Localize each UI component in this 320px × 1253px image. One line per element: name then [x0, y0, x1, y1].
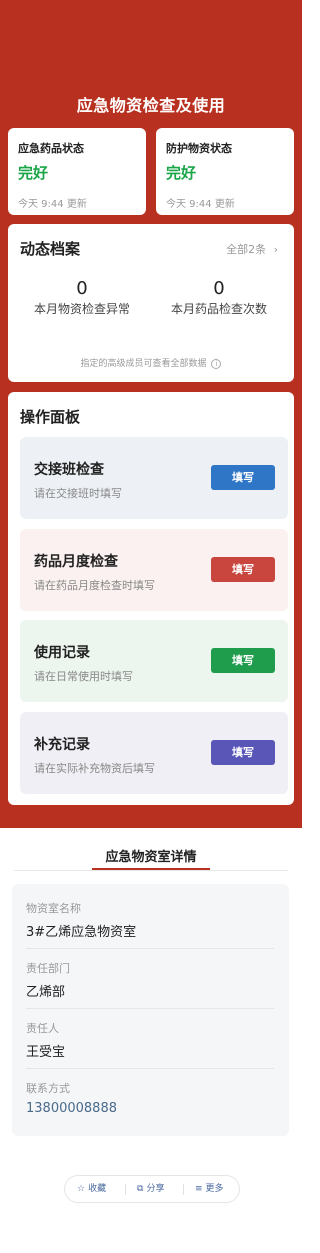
status-card-title: 防护物资状态: [166, 142, 232, 155]
op-title: 使用记录: [34, 645, 90, 661]
field-value: 乙烯部: [26, 985, 66, 1000]
share-button[interactable]: ⧉ 分享: [137, 1176, 164, 1202]
action-divider: [183, 1184, 184, 1195]
share-icon: ⧉: [137, 1184, 144, 1194]
field-label: 联系方式: [26, 1082, 70, 1095]
tab-room-details[interactable]: 应急物资室详情: [92, 846, 210, 865]
op-replenish-record[interactable]: 补充记录 请在实际补充物资后填写 填写: [20, 712, 288, 794]
phone-link[interactable]: 13800008888: [26, 1101, 274, 1116]
field-value: 王受宝: [26, 1045, 66, 1060]
op-usage-record[interactable]: 使用记录 请在日常使用时填写 填写: [20, 620, 288, 702]
status-card-value: 完好: [166, 164, 197, 182]
fill-button[interactable]: 填写: [211, 465, 275, 490]
stat-label: 本月药品检查次数: [170, 302, 267, 316]
stat-inspection-anomaly: 0 本月物资检查异常: [22, 278, 142, 317]
archive-title: 动态档案: [20, 240, 81, 258]
op-subtitle: 请在实际补充物资后填写: [34, 762, 155, 775]
tab-divider: [14, 870, 288, 871]
op-subtitle: 请在日常使用时填写: [34, 670, 133, 683]
page-title: 应急物资检查及使用: [76, 96, 226, 115]
field-value: 3#乙烯应急物资室: [26, 925, 137, 940]
more-button[interactable]: ≡ 更多: [195, 1176, 224, 1202]
status-card-value: 完好: [18, 164, 49, 182]
permission-note: 指定的高级成员可查看全部数据 i: [8, 356, 294, 369]
op-title: 补充记录: [34, 737, 90, 753]
stat-value: 0: [213, 278, 225, 299]
permission-note-text: 指定的高级成员可查看全部数据: [80, 359, 207, 369]
op-title: 药品月度检查: [34, 554, 118, 570]
star-icon: ☆: [77, 1184, 86, 1194]
info-icon[interactable]: i: [211, 358, 222, 369]
room-details-card: 物资室名称 3#乙烯应急物资室 责任部门 乙烯部 责任人 王受宝 联系方式 13…: [12, 884, 289, 1136]
stat-medicine-checks: 0 本月药品检查次数: [159, 278, 279, 317]
action-bar: ☆ 收藏 ⧉ 分享 ≡ 更多: [64, 1175, 240, 1203]
chevron-right-icon: ›: [273, 243, 278, 256]
op-subtitle: 请在交接班时填写: [34, 487, 122, 500]
status-card-title: 应急药品状态: [18, 142, 84, 155]
archive-card: 动态档案 全部2条 › 0 本月物资检查异常 0 本月药品检查次数 指定的高级成…: [8, 224, 294, 382]
field-divider: [26, 1068, 274, 1069]
view-all-link[interactable]: 全部2条 ›: [226, 241, 278, 257]
menu-icon: ≡: [195, 1184, 203, 1194]
stat-value: 0: [76, 278, 88, 299]
op-handover-check[interactable]: 交接班检查 请在交接班时填写 填写: [20, 437, 288, 519]
field-department: 责任部门 乙烯部: [26, 960, 274, 1000]
protective-status-card[interactable]: 防护物资状态 完好 今天 9:44 更新: [156, 128, 294, 215]
share-label: 分享: [146, 1184, 165, 1194]
op-subtitle: 请在药品月度检查时填写: [34, 579, 155, 592]
stat-label: 本月物资检查异常: [33, 302, 130, 316]
more-label: 更多: [205, 1184, 224, 1194]
status-card-updated: 今天 9:44 更新: [166, 199, 235, 210]
favorite-label: 收藏: [88, 1184, 107, 1194]
field-divider: [26, 1008, 274, 1009]
field-room-name: 物资室名称 3#乙烯应急物资室: [26, 900, 274, 940]
panel-title: 操作面板: [20, 408, 81, 426]
fill-button[interactable]: 填写: [211, 557, 275, 582]
favorite-button[interactable]: ☆ 收藏: [77, 1176, 106, 1202]
fill-button[interactable]: 填写: [211, 648, 275, 673]
field-divider: [26, 948, 274, 949]
fill-button[interactable]: 填写: [211, 740, 275, 765]
field-contact: 联系方式 13800008888: [26, 1080, 274, 1116]
field-label: 责任部门: [26, 962, 70, 975]
field-label: 责任人: [26, 1022, 59, 1035]
op-title: 交接班检查: [34, 462, 104, 478]
status-card-updated: 今天 9:44 更新: [18, 199, 87, 210]
field-responsible-person: 责任人 王受宝: [26, 1020, 274, 1060]
medicine-status-card[interactable]: 应急药品状态 完好 今天 9:44 更新: [8, 128, 146, 215]
action-divider: [125, 1184, 126, 1195]
op-monthly-medicine-check[interactable]: 药品月度检查 请在药品月度检查时填写 填写: [20, 529, 288, 611]
operation-panel: 操作面板 交接班检查 请在交接班时填写 填写 药品月度检查 请在药品月度检查时填…: [8, 392, 294, 805]
view-all-label: 全部2条: [226, 243, 267, 256]
active-tab-indicator: [92, 868, 210, 870]
field-label: 物资室名称: [26, 902, 81, 915]
